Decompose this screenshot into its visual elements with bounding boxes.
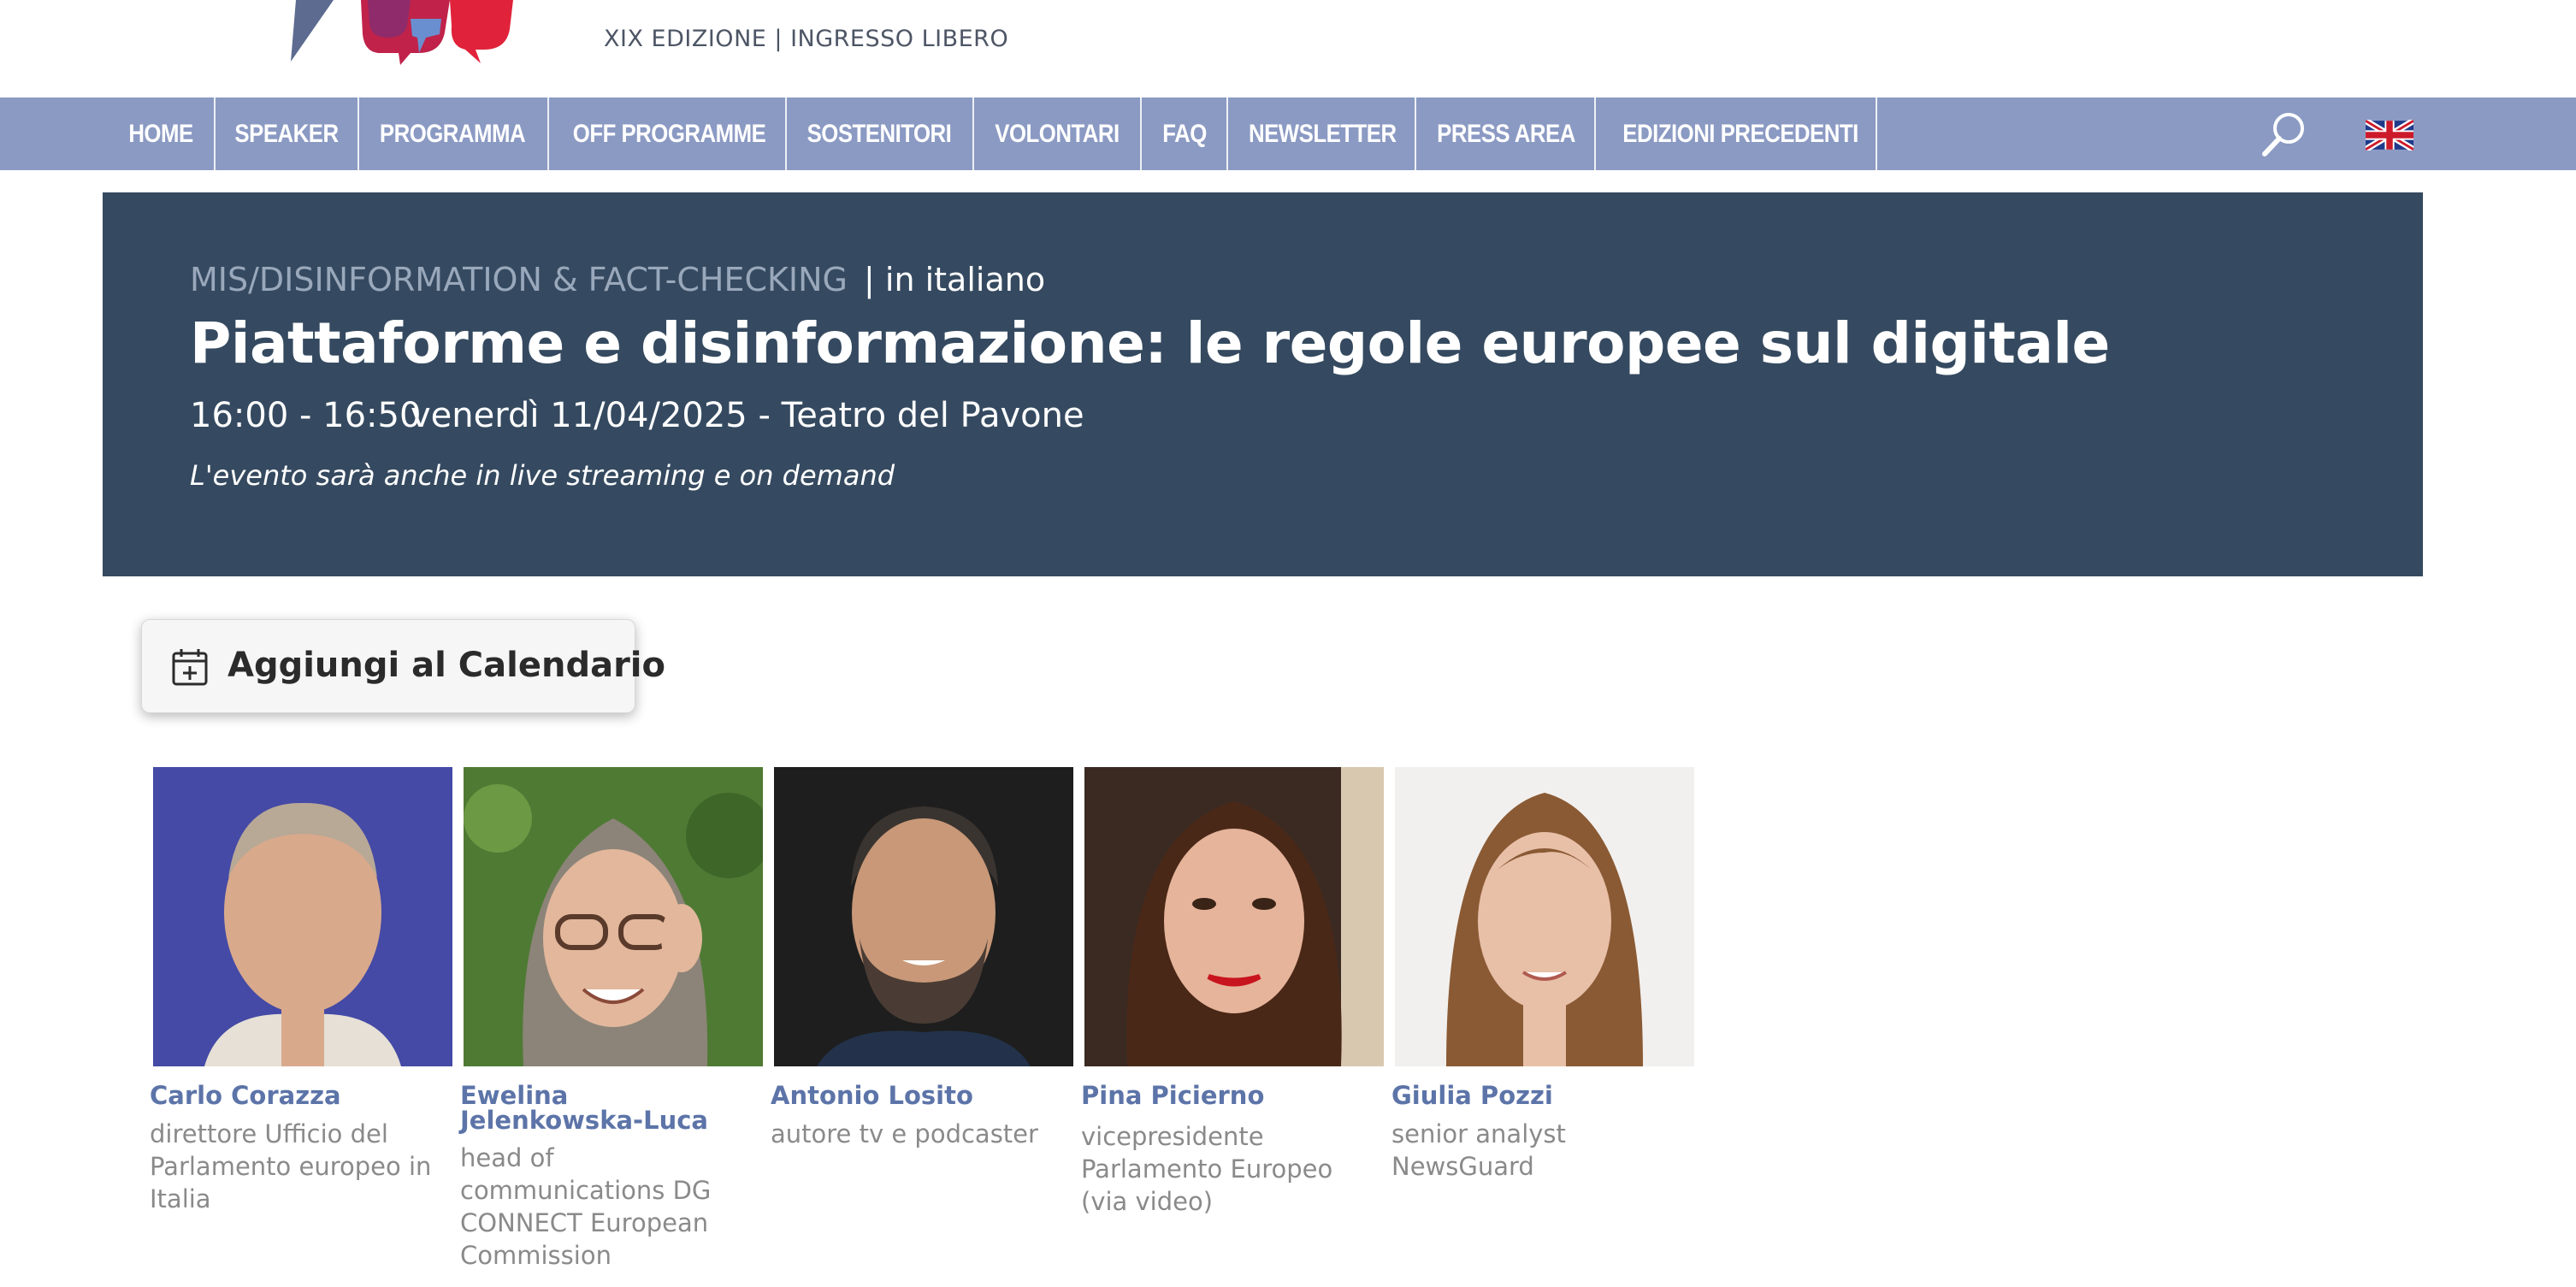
speaker-name[interactable]: Ewelina Jelenkowska-Luca: [460, 1083, 742, 1133]
nav-speaker[interactable]: SPEAKER: [234, 97, 339, 170]
search-icon[interactable]: [2258, 109, 2309, 161]
event-language: | in italiano: [864, 261, 1046, 298]
uk-flag-icon[interactable]: [2366, 120, 2414, 151]
speaker-role: direttore Ufficio del Parlamento europeo…: [150, 1119, 432, 1213]
speaker-photo[interactable]: [1084, 767, 1384, 1066]
speaker-photo[interactable]: [153, 767, 452, 1066]
festival-logo[interactable]: [282, 0, 522, 65]
speaker-name[interactable]: Carlo Corazza: [150, 1083, 445, 1108]
site-header: XIX EDIZIONE | INGRESSO LIBERO: [0, 0, 2576, 97]
nav-home[interactable]: HOME: [126, 97, 197, 170]
nav-volontari[interactable]: VOLONTARI: [994, 97, 1120, 170]
speaker-photo[interactable]: [464, 767, 763, 1066]
nav-divider: [1876, 97, 1877, 170]
calendar-add-icon: [172, 649, 208, 686]
nav-newsletter[interactable]: NEWSLETTER: [1249, 97, 1397, 170]
nav-divider: [972, 97, 974, 170]
nav-divider: [547, 97, 549, 170]
speaker-name[interactable]: Pina Picierno: [1081, 1083, 1376, 1108]
nav-faq[interactable]: FAQ: [1155, 97, 1213, 170]
nav-sostenitori[interactable]: SOSTENITORI: [807, 97, 952, 170]
event-date-place: venerdì 11/04/2025 - Teatro del Pavone: [411, 396, 1084, 435]
speaker-photo[interactable]: [1395, 767, 1694, 1066]
nav-off-programme[interactable]: OFF PROGRAMME: [573, 97, 766, 170]
add-to-calendar-button[interactable]: Aggiungi al Calendario: [141, 619, 665, 713]
nav-divider: [1140, 97, 1142, 170]
event-streaming-note: L'evento sarà anche in live streaming e …: [190, 459, 895, 492]
speaker-photo[interactable]: [774, 767, 1073, 1066]
event-hero: MIS/DISINFORMATION & FACT-CHECKING | in …: [103, 192, 2423, 576]
nav-divider: [1415, 97, 1416, 170]
speaker-role: senior analyst NewsGuard: [1391, 1119, 1566, 1181]
nav-programma[interactable]: PROGRAMMA: [380, 97, 526, 170]
speaker-name[interactable]: Giulia Pozzi: [1391, 1083, 1687, 1108]
nav-divider: [785, 97, 787, 170]
speaker-name[interactable]: Antonio Losito: [771, 1083, 1066, 1108]
event-category[interactable]: MIS/DISINFORMATION & FACT-CHECKING: [190, 261, 848, 298]
nav-divider: [357, 97, 359, 170]
event-title: Piattaforme e disinformazione: le regole…: [190, 310, 2110, 376]
nav-divider: [1226, 97, 1228, 170]
nav-divider: [214, 97, 216, 170]
main-navigation: HOME SPEAKER PROGRAMMA OFF PROGRAMME SOS…: [0, 97, 2576, 170]
nav-press-area[interactable]: PRESS AREA: [1436, 97, 1575, 170]
speaker-role: autore tv e podcaster: [771, 1119, 1038, 1148]
speaker-role: head of communications DG CONNECT Europe…: [460, 1143, 712, 1270]
add-to-calendar-label: Aggiungi al Calendario: [227, 646, 665, 685]
nav-edizioni-precedenti[interactable]: EDIZIONI PRECEDENTI: [1622, 97, 1858, 170]
nav-divider: [1594, 97, 1596, 170]
edition-text: XIX EDIZIONE | INGRESSO LIBERO: [604, 26, 1009, 52]
speaker-role: vicepresidente Parlamento Europeo (via v…: [1081, 1122, 1333, 1216]
event-time: 16:00 - 16:50: [190, 396, 422, 435]
